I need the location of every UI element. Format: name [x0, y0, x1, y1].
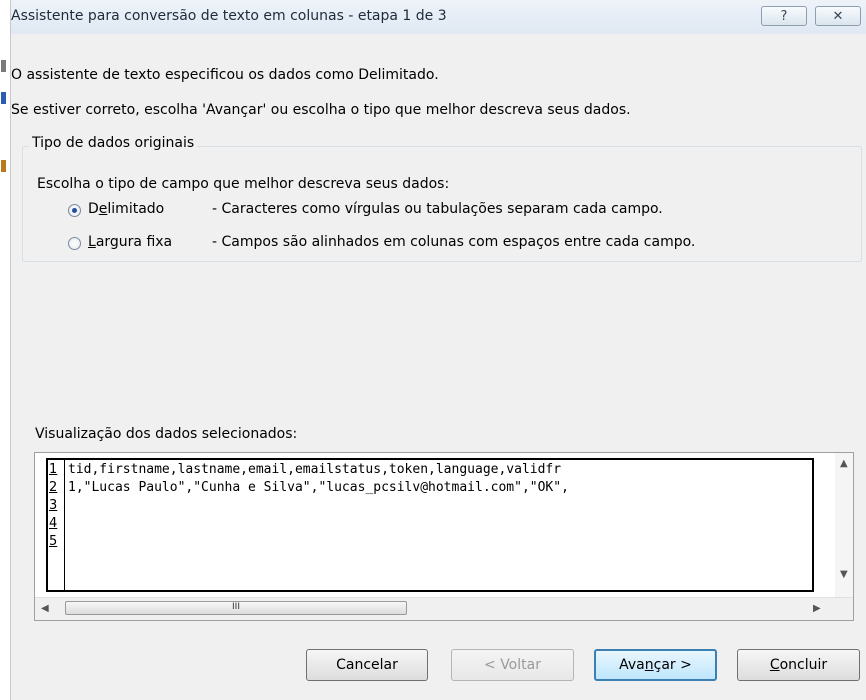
row-text: 1,"Lucas Paulo","Cunha e Silva","lucas_p… — [68, 480, 569, 495]
close-icon: ✕ — [832, 8, 844, 24]
intro-line-1: O assistente de texto especificou os dad… — [11, 67, 439, 83]
background-mark — [1, 60, 6, 72]
scroll-up-icon[interactable]: ▲ — [840, 458, 848, 469]
finish-button-label: Concluir — [769, 657, 828, 673]
line-number: 5 — [49, 534, 58, 549]
preview-row: 2 1,"Lucas Paulo","Cunha e Silva","lucas… — [48, 480, 808, 498]
scroll-left-icon[interactable]: ◀ — [41, 603, 49, 614]
line-number: 3 — [49, 498, 58, 513]
next-button-label: Avançar > — [619, 657, 692, 673]
cancel-button-label: Cancelar — [336, 657, 398, 673]
help-icon: ? — [780, 8, 788, 24]
preview-grid: 1 tid,firstname,lastname,email,emailstat… — [46, 458, 814, 592]
preview-row: 5 — [48, 534, 808, 552]
background-mark — [1, 160, 6, 172]
help-button[interactable]: ? — [761, 6, 807, 26]
next-button[interactable]: Avançar > — [594, 649, 717, 681]
dialog-title: Assistente para conversão de texto em co… — [11, 8, 447, 24]
field-type-prompt: Escolha o tipo de campo que melhor descr… — [37, 176, 450, 192]
radio-label-fixed-width[interactable]: Largura fixa — [88, 234, 172, 250]
cancel-button[interactable]: Cancelar — [306, 649, 428, 681]
text-to-columns-dialog: Assistente para conversão de texto em co… — [11, 0, 866, 700]
row-text: tid,firstname,lastname,email,emailstatus… — [68, 462, 562, 477]
line-number: 2 — [49, 480, 58, 495]
background-mark — [1, 92, 6, 104]
preview-label: Visualização dos dados selecionados: — [35, 426, 298, 442]
radio-desc-delimited: - Caracteres como vírgulas ou tabulações… — [212, 201, 663, 217]
preview-row: 4 — [48, 516, 808, 534]
preview-row: 1 tid,firstname,lastname,email,emailstat… — [48, 462, 808, 480]
radio-selected-dot — [72, 208, 77, 213]
back-button[interactable]: < Voltar — [451, 649, 574, 681]
grip-icon: III — [232, 602, 240, 612]
back-button-label: < Voltar — [484, 657, 541, 673]
data-preview[interactable]: 1 tid,firstname,lastname,email,emailstat… — [34, 452, 854, 621]
scroll-down-icon[interactable]: ▼ — [840, 569, 848, 580]
horizontal-scroll-thumb[interactable]: III — [65, 601, 407, 615]
radio-button-fixed-width[interactable] — [68, 237, 81, 250]
close-button[interactable]: ✕ — [815, 6, 861, 26]
line-number: 1 — [49, 462, 58, 477]
intro-line-2: Se estiver correto, escolha 'Avançar' ou… — [11, 102, 631, 118]
group-legend: Tipo de dados originais — [29, 135, 198, 151]
vertical-scrollbar[interactable]: ▲ ▼ — [835, 453, 853, 598]
line-number: 4 — [49, 516, 58, 531]
background-spreadsheet-edge — [0, 0, 11, 700]
finish-button[interactable]: Concluir — [737, 649, 860, 681]
radio-button-delimited[interactable] — [68, 204, 81, 217]
preview-row: 3 — [48, 498, 808, 516]
horizontal-scrollbar[interactable]: ◀ III ▶ — [35, 597, 853, 620]
scroll-right-icon[interactable]: ▶ — [813, 603, 821, 614]
radio-desc-fixed-width: - Campos são alinhados em colunas com es… — [212, 234, 696, 250]
radio-label-delimited[interactable]: Delimitado — [88, 201, 164, 217]
title-bar: Assistente para conversão de texto em co… — [11, 0, 866, 34]
